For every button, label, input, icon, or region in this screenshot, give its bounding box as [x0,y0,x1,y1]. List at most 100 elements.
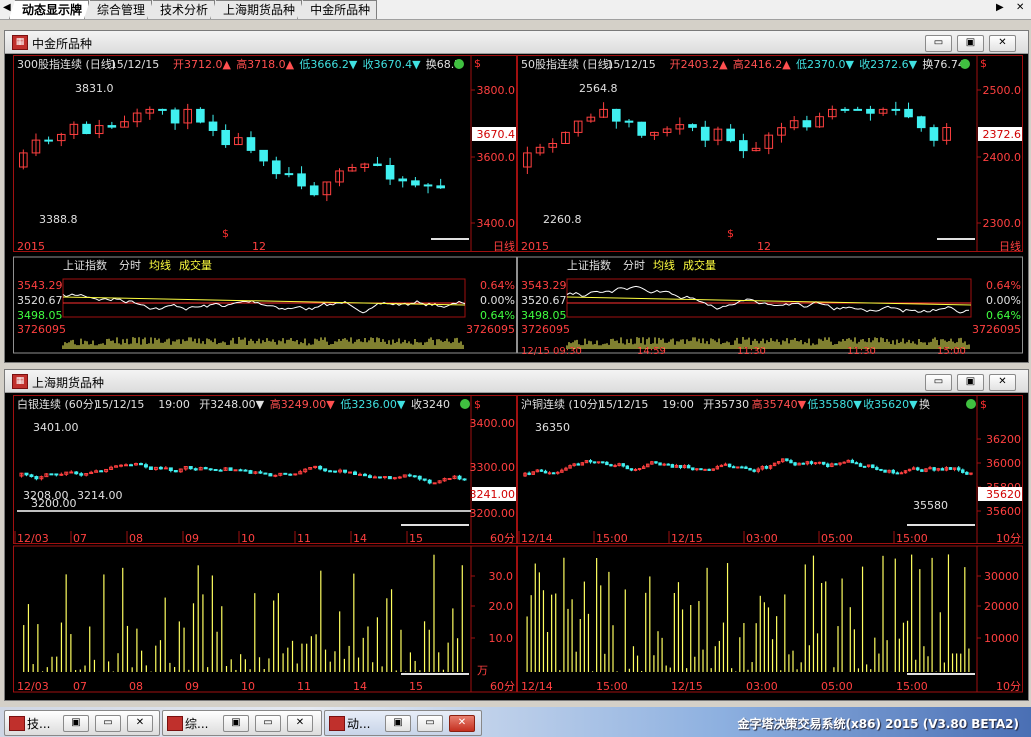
candle-body [596,461,601,464]
status-globe-icon [966,399,976,409]
minimize-button[interactable]: ▭ [925,374,952,391]
candle-body [637,468,642,471]
copper-chart[interactable]: 沪铜连续 (10分)15/12/15 19:00 开35730 高35740▼ 低355… [517,395,1023,693]
candle-body [297,173,306,187]
cffex-panel: ▦ 中金所品种 ▭ ▣ ✕ 300股指连续 (日线) 15/12/15 开3712.… [4,30,1029,363]
x-label: 09 [185,680,199,693]
candle-body [748,467,752,471]
taskbar-window-label: 综... [185,717,209,731]
x-label: 14 [353,532,367,545]
candle-body [196,108,205,123]
candle-body [809,461,814,464]
candle-body [605,461,609,466]
candle-body [353,471,357,475]
candle-body [213,469,218,472]
candle-body [284,173,294,176]
sub-right-label: 0.00% [986,294,1021,307]
low-annotation: 3214.00 [77,489,123,502]
close-button[interactable]: ✕ [989,374,1016,391]
silver-chart[interactable]: 白银连续 (60分)15/12/15 19:00 开3248.00▼ 高3249.00… [13,395,517,693]
chart-header-field: 收35620▼ [863,397,918,411]
minimize-button[interactable]: ▭ [925,35,952,52]
candle-body [423,184,433,187]
restore-button[interactable]: ▣ [385,715,411,732]
taskbar-window-dynamic[interactable]: 动... ▣ ▭ ✕ [324,710,482,736]
restore-button[interactable]: ▣ [957,374,984,391]
sub-right-label: 0.64% [480,309,515,322]
tab-scroll-right-icon[interactable]: ▶ [996,2,1004,13]
maximize-button[interactable]: ▭ [95,715,121,732]
candle-body [417,475,422,480]
volume-frame [13,545,517,693]
candle-body [726,128,735,142]
sub-right-label: 0.64% [986,279,1021,292]
candle-body [670,464,675,468]
candle-body [138,463,143,466]
candle-body [637,121,647,136]
candle-body [625,465,630,470]
x-label: 12/14 [521,532,553,545]
taskbar-window-management[interactable]: 综... ▣ ▭ ✕ [162,710,322,736]
chart-header-field: 开3248.00▼ [199,398,264,411]
candle-body [629,468,634,471]
taskbar-window-technical[interactable]: 技... ▣ ▭ ✕ [4,710,160,736]
sub-right-label: 3726095 [466,323,515,336]
candle-body [916,467,920,471]
chart-header-field: 沪铜连续 (10分) [521,397,602,411]
x-label: 12 [757,240,771,253]
candle-body [158,466,163,470]
status-globe-icon [960,59,970,69]
sub-right-label: 3726095 [972,323,1021,336]
maximize-button[interactable]: ▭ [417,715,443,732]
close-button[interactable]: ✕ [287,715,313,732]
candle-body [333,470,338,473]
restore-button[interactable]: ▣ [63,715,89,732]
chart-header-field: 高3249.00▼ [270,397,335,411]
chart-header-field: 收3240 [411,397,450,411]
candle-body [387,476,392,480]
tab-technical[interactable]: 技术分析 [147,0,216,19]
candle-body [228,467,233,471]
candle-body [601,461,605,464]
tab-cffex[interactable]: 中金所品种 [297,0,378,19]
intraday-price-line [566,285,970,314]
restore-button[interactable]: ▣ [223,715,249,732]
main-frame [13,395,517,544]
candle-body [422,478,427,481]
chart-header-field: 开3712.0▲ [173,58,231,71]
candle-body [158,108,167,111]
if300-chart[interactable]: 300股指连续 (日线)15/12/15 开3712.0▲ 高3718.0▲ 低366… [13,55,517,355]
close-button[interactable]: ✕ [449,715,475,732]
tab-dynamic-board[interactable]: 动态显示牌 [9,0,90,19]
candle-body [412,475,417,478]
close-button[interactable]: ✕ [989,35,1016,52]
candle-body [318,465,323,470]
candle-body [764,466,769,469]
candle-body [821,461,826,465]
ih50-chart[interactable]: 50股指连续 (日线)15/12/15 开2403.2▲ 高2416.2▲ 低2370… [517,55,1023,355]
tab-close-icon[interactable]: ✕ [1016,2,1024,13]
candle-body [208,468,213,471]
candle-body [801,462,805,465]
sub-right-label: 0.64% [480,279,515,292]
sub-header-item: 均线 [149,258,171,272]
maximize-button[interactable]: ▭ [255,715,281,732]
candle-body [654,461,658,464]
candle-body [854,462,859,465]
tab-shfe[interactable]: 上海期货品种 [210,0,303,19]
y-tick-label: 3600.0 [477,151,516,164]
candle-body [382,476,387,479]
x-label: 05:00 [821,680,853,693]
volume-tick-label: 10000 [984,632,1019,645]
sub-header-item: 成交量 [179,258,212,272]
tab-scroll-left-icon[interactable]: ◀ [3,2,11,13]
chart-header-field: 300股指连续 (日线) [17,57,116,71]
restore-button[interactable]: ▣ [957,35,984,52]
candle-body [148,466,153,470]
y-tick-label: 3400.0 [477,217,516,230]
close-button[interactable]: ✕ [127,715,153,732]
tab-management[interactable]: 综合管理 [84,0,153,19]
candle-body [82,123,91,135]
candle-body [397,476,402,479]
x-label: 12/15 [671,680,703,693]
